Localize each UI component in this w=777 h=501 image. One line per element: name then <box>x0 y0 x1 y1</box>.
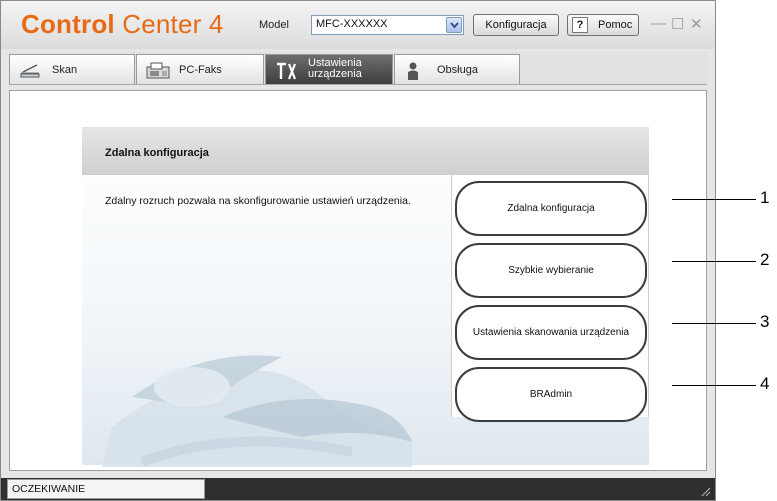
main-content: Zdalna konfiguracja Zdalny rozruch pozwa… <box>9 90 707 471</box>
callout-line-4 <box>672 385 756 386</box>
panel-description: Zdalny rozruch pozwala na skonfigurowani… <box>105 195 411 207</box>
tools-icon <box>274 61 298 84</box>
title-bar: Control Center 4 Model MFC-XXXXXX Konfig… <box>1 1 715 49</box>
tab-support-label: Obsługa <box>437 64 478 76</box>
scanner-icon <box>18 61 42 82</box>
fax-icon <box>145 61 171 84</box>
panel-header: Zdalna konfiguracja <box>82 127 649 175</box>
app-window: Control Center 4 Model MFC-XXXXXX Konfig… <box>0 0 716 501</box>
tab-pc-fax[interactable]: PC-Faks <box>136 54 264 84</box>
tab-device-settings-label: Ustawienia urządzenia <box>308 58 362 80</box>
model-label: Model <box>259 19 289 31</box>
callout-line-2 <box>672 261 756 262</box>
app-logo: Control Center 4 <box>21 9 224 40</box>
tab-support[interactable]: Obsługa <box>394 54 520 84</box>
help-button-label: Pomoc <box>598 19 633 31</box>
callout-number-3: 3 <box>760 312 770 331</box>
remote-setup-button[interactable]: Zdalna konfiguracja <box>455 181 647 236</box>
bradmin-button[interactable]: BRAdmin <box>455 367 647 422</box>
settings-panel: Zdalna konfiguracja Zdalny rozruch pozwa… <box>82 127 649 467</box>
resize-grip-icon[interactable] <box>699 485 711 497</box>
model-value: MFC-XXXXXX <box>316 18 388 30</box>
tab-scan[interactable]: Skan <box>9 54 135 84</box>
callout-number-2: 2 <box>760 250 770 269</box>
callout-line-1 <box>672 199 756 200</box>
status-text: OCZEKIWANIE <box>7 479 205 499</box>
logo-light: Center 4 <box>114 9 224 39</box>
action-button-panel: Zdalna konfiguracja Szybkie wybieranie U… <box>451 175 649 422</box>
callout-number-4: 4 <box>760 374 770 393</box>
close-button[interactable]: ✕ <box>690 15 703 33</box>
tab-scan-label: Skan <box>52 64 78 76</box>
maximize-button[interactable]: ☐ <box>671 15 684 33</box>
speed-dial-button[interactable]: Szybkie wybieranie <box>455 243 647 298</box>
tab-pc-fax-label: PC-Faks <box>179 64 222 76</box>
tab-label-line2: urządzenia <box>308 68 362 80</box>
callout-line-3 <box>672 323 756 324</box>
logo-strong: Control <box>21 9 115 39</box>
model-select[interactable]: MFC-XXXXXX <box>311 15 464 35</box>
callout-number-1: 1 <box>760 188 770 207</box>
tab-device-settings[interactable]: Ustawienia urządzenia <box>265 54 393 84</box>
help-button[interactable]: ? Pomoc <box>567 14 639 36</box>
help-icon: ? <box>572 17 588 33</box>
panel-title: Zdalna konfiguracja <box>105 147 209 159</box>
status-bar: OCZEKIWANIE <box>1 478 715 500</box>
tab-bar: Skan PC-Faks Ustawienia urządzenia Obsług… <box>9 52 707 85</box>
minimize-button[interactable]: — <box>651 15 666 32</box>
person-icon <box>403 61 423 84</box>
chevron-down-icon[interactable] <box>446 17 462 33</box>
wrench-background-image <box>102 355 412 467</box>
configuration-button[interactable]: Konfiguracja <box>473 14 559 36</box>
device-scan-settings-button[interactable]: Ustawienia skanowania urządzenia <box>455 305 647 360</box>
